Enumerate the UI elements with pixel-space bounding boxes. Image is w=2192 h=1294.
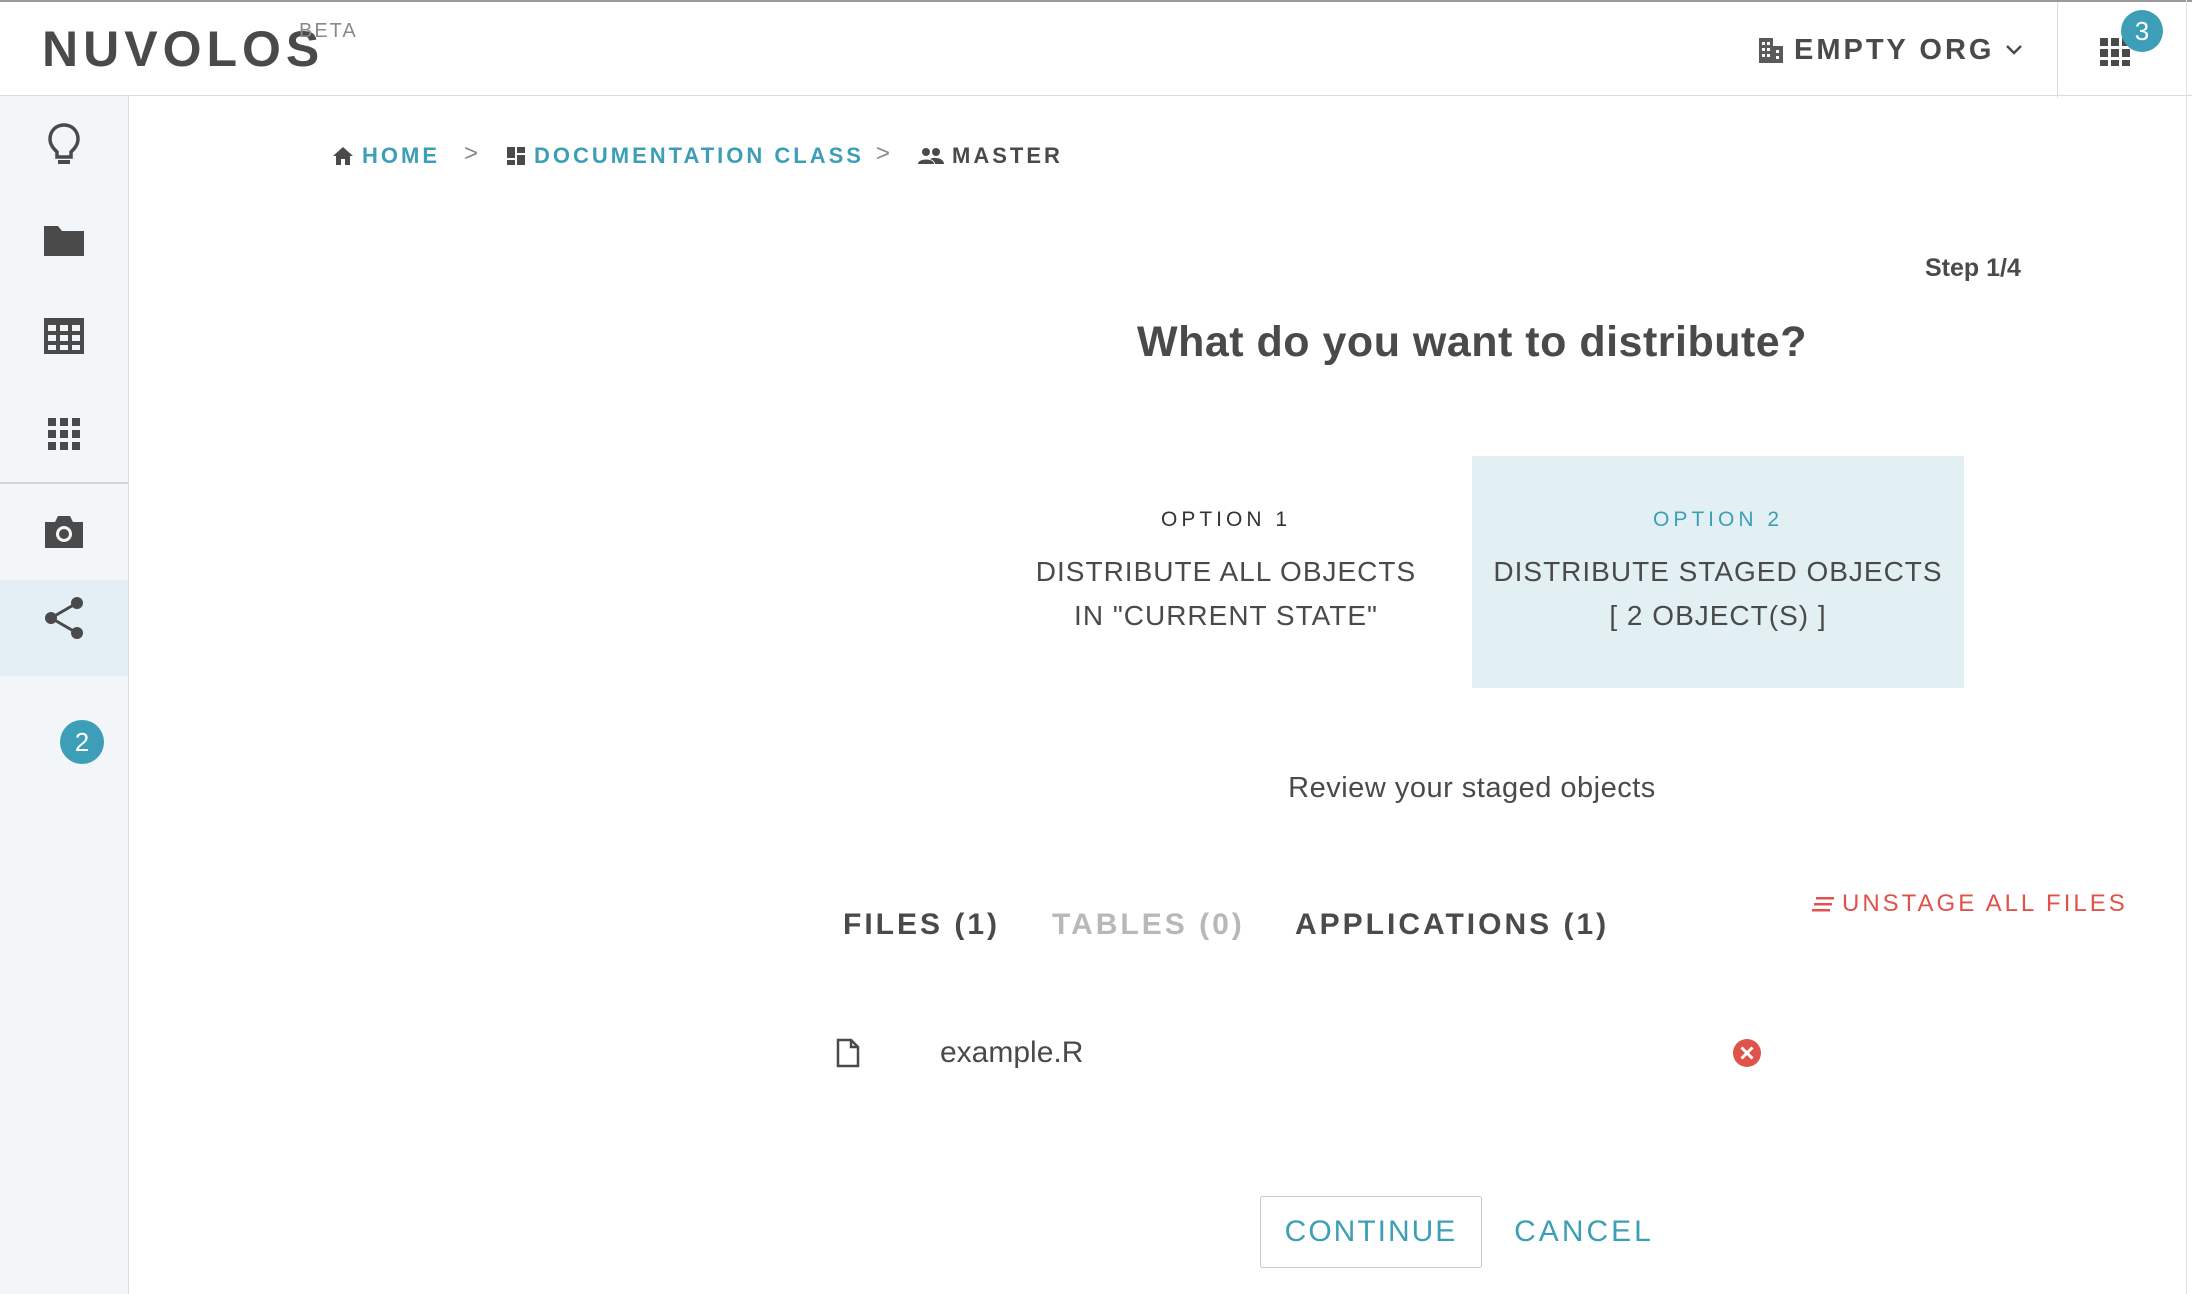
dashboard-icon xyxy=(507,147,525,165)
file-name: example.R xyxy=(940,1036,1084,1069)
app-logo[interactable]: NUVOLOS xyxy=(42,20,324,78)
option-1-label: OPTION 1 xyxy=(1160,508,1292,531)
breadcrumb-home[interactable]: HOME xyxy=(332,142,440,170)
sidebar-item-overview[interactable] xyxy=(0,96,128,192)
file-list-item: example.R xyxy=(836,1032,1766,1076)
sidebar-item-distribute[interactable] xyxy=(0,580,128,676)
breadcrumb-separator: > xyxy=(876,140,891,167)
cancel-button[interactable]: CANCEL xyxy=(1504,1196,1664,1268)
sidebar-item-snapshots[interactable] xyxy=(0,484,128,580)
option-2-description: DISTRIBUTE STAGED OBJECTS [ 2 OBJECT(S) … xyxy=(1472,550,1964,638)
step-indicator: Step 1/4 xyxy=(1925,254,2021,282)
org-selector[interactable]: EMPTY ORG xyxy=(1758,30,2023,70)
apps-notification-badge: 3 xyxy=(2121,10,2163,52)
breadcrumb-separator: > xyxy=(464,140,479,167)
unstage-all-files-button[interactable]: UNSTAGE ALL FILES xyxy=(1812,890,2128,918)
tab-tables[interactable]: TABLES (0) xyxy=(1052,908,1245,942)
tab-applications[interactable]: APPLICATIONS (1) xyxy=(1295,908,1609,942)
share-icon xyxy=(45,597,83,639)
sidebar-item-tables[interactable] xyxy=(0,288,128,384)
building-icon xyxy=(1758,36,1784,64)
tab-files[interactable]: FILES (1) xyxy=(843,908,1000,942)
table-icon xyxy=(44,318,84,354)
option-distribute-staged[interactable]: OPTION 2 DISTRIBUTE STAGED OBJECTS [ 2 O… xyxy=(1472,456,1964,688)
people-icon xyxy=(918,148,944,164)
page-title: What do you want to distribute? xyxy=(1137,318,1807,366)
option-1-line-1: DISTRIBUTE ALL OBJECTS xyxy=(1035,556,1417,587)
top-bar: NUVOLOS BETA EMPTY ORG 3 xyxy=(0,0,2192,98)
option-2-line-2: [ 2 OBJECT(S) ] xyxy=(1609,600,1827,631)
clear-all-icon xyxy=(1812,897,1834,912)
breadcrumb-space[interactable]: DOCUMENTATION CLASS xyxy=(506,142,864,170)
distribute-count-badge: 2 xyxy=(60,720,104,764)
breadcrumb-home-label: HOME xyxy=(362,143,440,168)
beta-label: BETA xyxy=(299,20,358,42)
sidebar-item-applications[interactable] xyxy=(0,386,128,482)
breadcrumb-instance: MASTER xyxy=(918,142,1063,170)
review-heading: Review your staged objects xyxy=(1288,772,1656,804)
option-1-line-2: IN "CURRENT STATE" xyxy=(1074,600,1378,631)
breadcrumb-instance-label: MASTER xyxy=(952,143,1063,168)
file-icon xyxy=(836,1038,860,1068)
remove-file-icon[interactable] xyxy=(1732,1038,1762,1068)
apps-grid-icon xyxy=(48,418,80,450)
chevron-down-icon xyxy=(2005,44,2023,56)
sidebar-item-files[interactable] xyxy=(0,192,128,288)
continue-button[interactable]: CONTINUE xyxy=(1260,1196,1482,1268)
breadcrumb-space-label: DOCUMENTATION CLASS xyxy=(534,143,864,168)
unstage-all-files-label: UNSTAGE ALL FILES xyxy=(1842,890,2128,917)
camera-icon xyxy=(45,516,83,548)
right-edge-border xyxy=(2186,0,2187,1294)
header-divider xyxy=(2057,2,2058,98)
home-icon xyxy=(333,147,353,165)
option-distribute-all[interactable]: OPTION 1 DISTRIBUTE ALL OBJECTS IN "CURR… xyxy=(980,456,1472,688)
lightbulb-icon xyxy=(48,123,80,164)
sidebar: 2 xyxy=(0,96,129,1294)
folder-icon xyxy=(44,226,84,256)
option-2-label: OPTION 2 xyxy=(1652,508,1784,531)
option-1-description: DISTRIBUTE ALL OBJECTS IN "CURRENT STATE… xyxy=(980,550,1472,638)
org-name: EMPTY ORG xyxy=(1794,33,1995,66)
option-2-line-1: DISTRIBUTE STAGED OBJECTS xyxy=(1493,556,1943,587)
